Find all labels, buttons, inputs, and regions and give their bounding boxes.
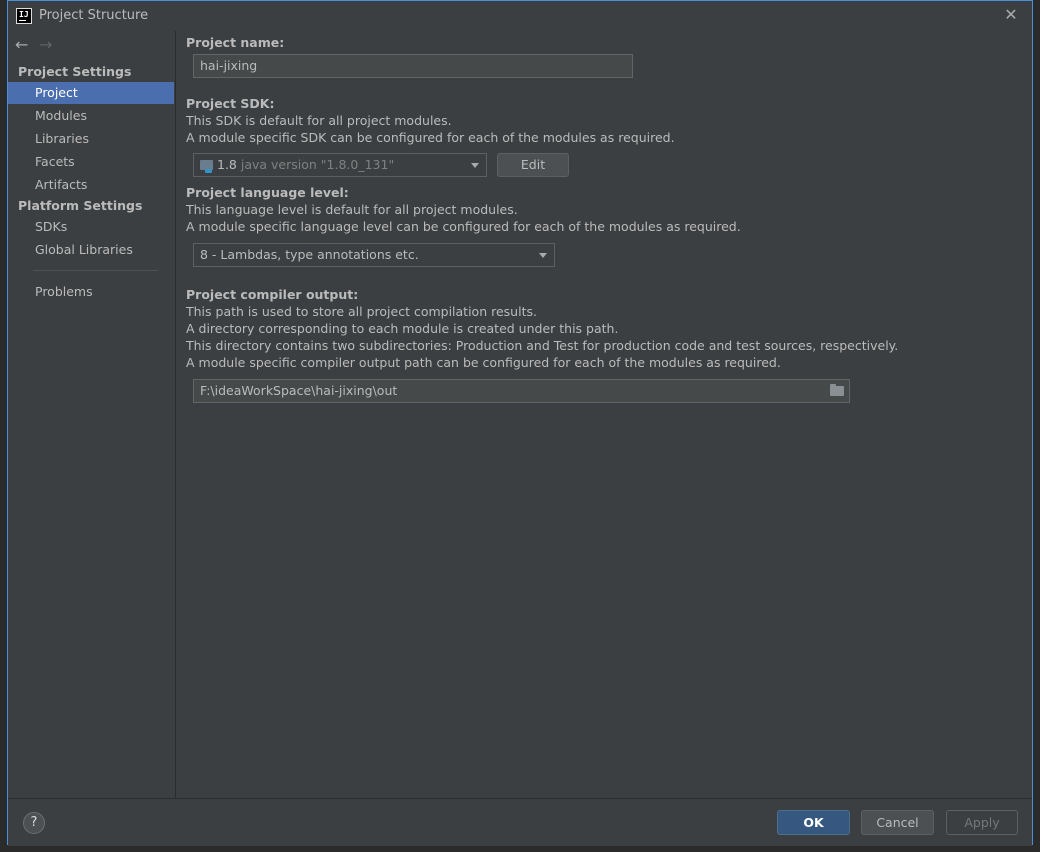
sidebar-item-sdks[interactable]: SDKs xyxy=(8,216,174,238)
sidebar-item-facets[interactable]: Facets xyxy=(8,151,174,173)
sdk-version-detail: java version "1.8.0_131" xyxy=(240,157,395,172)
intellij-logo-icon: IJ xyxy=(16,8,32,24)
sidebar-item-project[interactable]: Project xyxy=(8,82,174,104)
edit-sdk-button[interactable]: Edit xyxy=(497,153,569,177)
compiler-output-desc-3: This directory contains two subdirectori… xyxy=(186,338,899,353)
sidebar-item-artifacts[interactable]: Artifacts xyxy=(8,174,174,196)
project-name-label: Project name: xyxy=(186,35,285,50)
project-name-field[interactable]: hai-jixing xyxy=(193,54,633,78)
project-sdk-desc-1: This SDK is default for all project modu… xyxy=(186,113,452,128)
chevron-down-icon xyxy=(539,253,547,258)
sidebar-item-libraries[interactable]: Libraries xyxy=(8,128,174,150)
help-button[interactable]: ? xyxy=(23,812,45,834)
dialog-title: Project Structure xyxy=(39,8,149,23)
project-structure-dialog: IJ Project Structure ✕ ← → Project Setti… xyxy=(7,0,1033,846)
language-level-value: 8 - Lambdas, type annotations etc. xyxy=(200,247,419,262)
sidebar-separator xyxy=(33,270,158,271)
jdk-folder-icon xyxy=(200,160,213,173)
apply-button[interactable]: Apply xyxy=(946,810,1018,835)
back-arrow-icon[interactable]: ← xyxy=(15,35,35,54)
sdk-version: 1.8 xyxy=(217,157,237,172)
chevron-down-icon xyxy=(471,163,479,168)
language-level-desc-1: This language level is default for all p… xyxy=(186,202,518,217)
project-settings-header: Project Settings xyxy=(18,64,132,79)
compiler-output-desc-1: This path is used to store all project c… xyxy=(186,304,537,319)
compiler-output-desc-4: A module specific compiler output path c… xyxy=(186,355,781,370)
browse-folder-icon[interactable] xyxy=(830,384,844,396)
close-icon[interactable]: ✕ xyxy=(1002,6,1020,24)
dialog-footer: ? OK Cancel Apply xyxy=(8,798,1032,846)
forward-arrow-icon[interactable]: → xyxy=(39,35,59,54)
title-bar: IJ Project Structure ✕ xyxy=(8,1,1032,31)
nav-arrows: ← → xyxy=(15,35,59,55)
project-sdk-desc-2: A module specific SDK can be configured … xyxy=(186,130,675,145)
language-level-dropdown[interactable]: 8 - Lambdas, type annotations etc. xyxy=(193,243,555,267)
project-settings-panel: Project name: hai-jixing Project SDK: Th… xyxy=(176,31,1032,798)
compiler-output-path: F:\ideaWorkSpace\hai-jixing\out xyxy=(200,383,398,398)
project-sdk-dropdown[interactable]: 1.8 java version "1.8.0_131" xyxy=(193,153,487,177)
sidebar-item-global-libraries[interactable]: Global Libraries xyxy=(8,239,174,261)
background-window-edge xyxy=(1033,0,1040,852)
sidebar: ← → Project Settings Project Modules Lib… xyxy=(8,31,176,798)
cancel-button[interactable]: Cancel xyxy=(861,810,934,835)
ok-button[interactable]: OK xyxy=(777,810,850,835)
sidebar-item-problems[interactable]: Problems xyxy=(8,281,174,303)
language-level-label: Project language level: xyxy=(186,185,349,200)
platform-settings-header: Platform Settings xyxy=(18,198,143,213)
compiler-output-label: Project compiler output: xyxy=(186,287,359,302)
compiler-output-desc-2: A directory corresponding to each module… xyxy=(186,321,619,336)
sidebar-item-modules[interactable]: Modules xyxy=(8,105,174,127)
project-sdk-label: Project SDK: xyxy=(186,96,275,111)
language-level-desc-2: A module specific language level can be … xyxy=(186,219,741,234)
compiler-output-path-field[interactable]: F:\ideaWorkSpace\hai-jixing\out xyxy=(193,379,850,403)
